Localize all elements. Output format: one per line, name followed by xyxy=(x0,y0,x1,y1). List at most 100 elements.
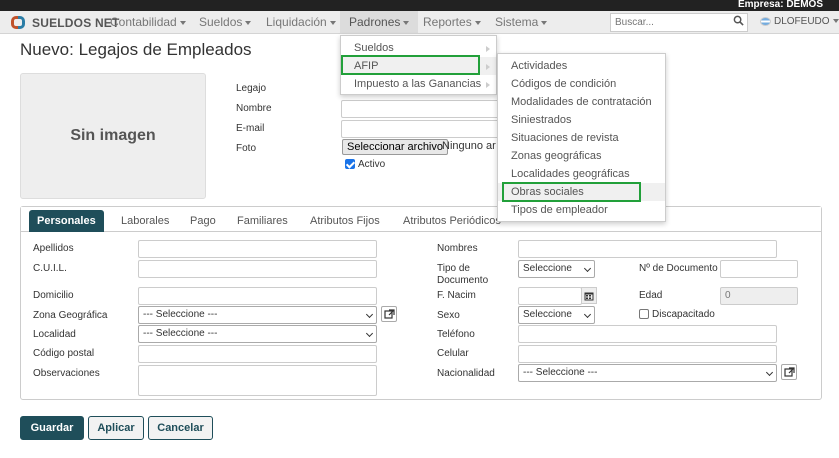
activo-checkbox[interactable] xyxy=(345,159,355,169)
external-link-icon xyxy=(384,309,395,319)
calendar-button[interactable] xyxy=(581,287,597,304)
codigo-postal-input[interactable] xyxy=(138,345,377,363)
menu-item-tipos-empleador[interactable]: Tipos de empleador xyxy=(498,201,665,219)
navbar: SUELDOS NET Contabilidad Sueldos Liquida… xyxy=(0,11,839,34)
localidad-value: --- Seleccione --- xyxy=(143,328,218,339)
celular-label: Celular xyxy=(437,348,469,359)
telefono-input[interactable] xyxy=(518,325,777,343)
cuil-input[interactable] xyxy=(138,260,377,278)
tipo-documento-value: Seleccione xyxy=(523,263,572,274)
caret-down-icon xyxy=(474,20,481,25)
localidad-select[interactable]: --- Seleccione --- xyxy=(138,325,377,343)
file-select-button[interactable]: Seleccionar archivo xyxy=(342,139,448,155)
tipo-documento-select[interactable]: Seleccione xyxy=(518,260,595,278)
tab-atributos-fijos[interactable]: Atributos Fijos xyxy=(302,210,388,232)
zona-link-button[interactable] xyxy=(381,306,397,322)
email-input[interactable] xyxy=(341,120,501,138)
external-link-icon xyxy=(784,367,795,377)
chevron-down-icon xyxy=(765,368,774,377)
localidad-label: Localidad xyxy=(33,329,76,340)
menu-sueldos[interactable]: Sueldos xyxy=(190,11,260,33)
apellidos-input[interactable] xyxy=(138,240,377,258)
save-button[interactable]: Guardar xyxy=(20,416,84,440)
menu-label: Sueldos xyxy=(199,15,243,29)
menu-item-localidades-geograficas[interactable]: Localidades geográficas xyxy=(498,165,665,183)
chevron-right-icon xyxy=(486,64,490,70)
tipo-documento-label: Tipo de Documento xyxy=(437,263,489,286)
caret-down-icon xyxy=(179,20,186,25)
user-name: DLOFEUDO xyxy=(774,16,830,27)
menu-reportes[interactable]: Reportes xyxy=(414,11,490,33)
tab-laborales[interactable]: Laborales xyxy=(113,210,177,232)
tab-personales[interactable]: Personales xyxy=(29,210,104,232)
highlight-obras-sociales xyxy=(502,182,641,202)
menu-item-codigos-condicion[interactable]: Códigos de condición xyxy=(498,75,665,93)
sexo-select[interactable]: Seleccione xyxy=(518,306,595,324)
menu-item-label: Sueldos xyxy=(354,42,394,54)
user-menu[interactable]: DLOFEUDO xyxy=(756,11,839,33)
zona-geografica-value: --- Seleccione --- xyxy=(143,309,218,320)
search-icon[interactable] xyxy=(733,15,744,26)
employee-photo-placeholder: Sin imagen xyxy=(20,73,206,199)
menu-label: Sistema xyxy=(495,15,539,29)
menu-item-situaciones-revista[interactable]: Situaciones de revista xyxy=(498,129,665,147)
discapacitado-checkbox[interactable] xyxy=(639,309,649,319)
menu-contabilidad[interactable]: Contabilidad xyxy=(101,11,195,33)
cuil-label: C.U.I.L. xyxy=(33,263,67,274)
calendar-icon xyxy=(584,292,594,301)
nacionalidad-value: --- Seleccione --- xyxy=(523,367,598,378)
nro-documento-input[interactable] xyxy=(720,260,798,278)
tab-familiares[interactable]: Familiares xyxy=(229,210,296,232)
menu-liquidacion[interactable]: Liquidación xyxy=(257,11,345,33)
chevron-down-icon xyxy=(365,310,374,319)
edad-input: 0 xyxy=(720,287,798,305)
chevron-right-icon xyxy=(486,46,490,52)
cancel-button[interactable]: Cancelar xyxy=(148,416,213,440)
chevron-down-icon xyxy=(583,264,592,273)
observaciones-textarea[interactable] xyxy=(138,365,377,396)
caret-down-icon xyxy=(541,20,548,25)
menu-item-actividades[interactable]: Actividades xyxy=(498,57,665,75)
apply-button[interactable]: Aplicar xyxy=(88,416,144,440)
zona-geografica-select[interactable]: --- Seleccione --- xyxy=(138,306,377,324)
menu-item-siniestrados[interactable]: Siniestrados xyxy=(498,111,665,129)
empresa-label: Empresa: DEMOS xyxy=(737,0,823,10)
menu-label: Liquidación xyxy=(266,15,327,29)
nombres-input[interactable] xyxy=(518,240,777,258)
flag-icon xyxy=(760,17,771,26)
nacionalidad-link-button[interactable] xyxy=(781,364,797,380)
menu-item-zonas-geograficas[interactable]: Zonas geográficas xyxy=(498,147,665,165)
codigo-postal-label: Código postal xyxy=(33,348,95,359)
file-status: Ninguno ar xyxy=(442,140,496,152)
domicilio-input[interactable] xyxy=(138,287,377,305)
menu-label: Reportes xyxy=(423,15,472,29)
activo-label: Activo xyxy=(358,159,386,170)
search-input[interactable] xyxy=(610,13,748,32)
f-nacim-label: F. Nacim xyxy=(437,290,476,301)
foto-label: Foto xyxy=(236,143,257,154)
sexo-value: Seleccione xyxy=(523,309,572,320)
menu-item-impuesto-ganancias[interactable]: Impuesto a las Ganancias xyxy=(341,75,496,93)
chevron-down-icon xyxy=(583,310,592,319)
telefono-label: Teléfono xyxy=(437,329,475,340)
brand-logo-icon xyxy=(10,14,27,31)
menu-padrones[interactable]: Padrones xyxy=(340,11,419,33)
tab-pago[interactable]: Pago xyxy=(182,210,224,232)
tab-strip: Personales Laborales Pago Familiares Atr… xyxy=(21,207,821,232)
caret-down-icon xyxy=(403,20,410,25)
nombre-label: Nombre xyxy=(236,103,272,114)
f-nacim-input[interactable] xyxy=(518,287,582,305)
celular-input[interactable] xyxy=(518,345,777,363)
caret-down-icon xyxy=(329,20,336,25)
highlight-afip xyxy=(341,55,480,75)
nacionalidad-select[interactable]: --- Seleccione --- xyxy=(518,364,777,382)
nombre-input[interactable] xyxy=(341,100,501,118)
caret-down-icon xyxy=(832,19,839,24)
page-title: Nuevo: Legajos de Empleados xyxy=(20,40,252,59)
top-bar: Empresa: DEMOS xyxy=(0,0,839,11)
tab-atributos-periodicos[interactable]: Atributos Periódicos xyxy=(395,210,509,232)
edad-label: Edad xyxy=(639,290,663,301)
nombres-label: Nombres xyxy=(437,243,478,254)
menu-item-modalidades-contratacion[interactable]: Modalidades de contratación xyxy=(498,93,665,111)
menu-sistema[interactable]: Sistema xyxy=(486,11,556,33)
